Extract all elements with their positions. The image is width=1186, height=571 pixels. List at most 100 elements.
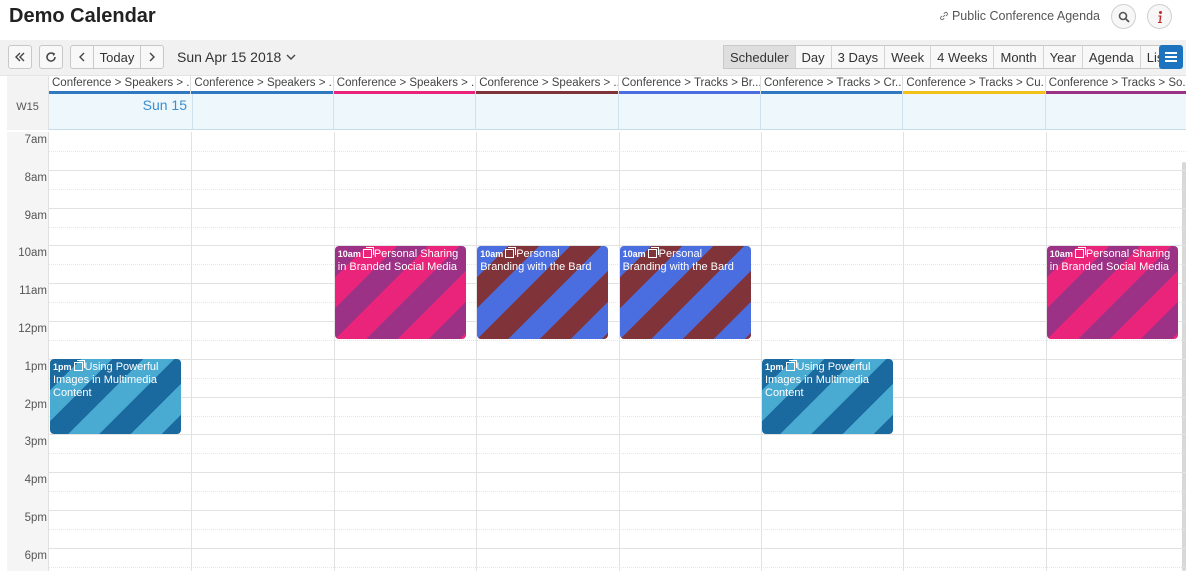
hour-label: 4pm — [24, 474, 47, 487]
refresh-button[interactable] — [39, 45, 63, 69]
double-chevron-left-icon — [15, 52, 25, 62]
all-day-cell[interactable]: Sun 15 — [49, 94, 193, 130]
event-time: 1pm — [765, 362, 784, 372]
info-icon — [1157, 10, 1162, 23]
menu-button[interactable] — [1159, 45, 1183, 69]
external-link-icon — [1074, 247, 1086, 258]
view-month-button[interactable]: Month — [994, 46, 1044, 68]
column-header-label: Conference > Speakers > ... — [336, 77, 477, 89]
view-agenda-button[interactable]: Agenda — [1083, 46, 1141, 68]
all-day-cell[interactable] — [1046, 94, 1186, 130]
calendar-toolbar: Today Sun Apr 15 2018 Scheduler Day 3 Days… — [0, 40, 1186, 76]
column-header-label: Conference > Tracks > So... — [1048, 77, 1186, 89]
all-day-cell[interactable] — [191, 94, 334, 130]
event-time: 10am — [337, 249, 361, 259]
time-gutter: 7am 8am 9am 10am 11am 12pm 1pm 2pm 3pm 4pm 5pm 6pm — [7, 132, 49, 571]
view-4-weeks-button[interactable]: 4 Weeks — [931, 46, 995, 68]
calendar-event[interactable]: 1pm Using Powerful Images in Multimedia C… — [762, 359, 893, 434]
half-hour-line — [49, 339, 1186, 341]
resource-column-headers: Conference > Speakers > ... Conference > … — [0, 76, 1186, 94]
time-grid[interactable]: 7am 8am 9am 10am 11am 12pm 1pm 2pm 3pm 4pm 5pm 6pm … — [0, 132, 1186, 571]
half-hour-line — [49, 415, 1186, 417]
hour-label: 8am — [24, 171, 47, 184]
calendar-event[interactable]: 10am Personal Sharing in Branded Social M… — [334, 246, 466, 339]
column-header[interactable]: Conference > Speakers > ... — [191, 76, 334, 94]
column-header-label: Conference > Speakers > ... — [52, 77, 192, 89]
chevron-left-icon — [79, 52, 85, 62]
column-header[interactable]: Conference > Speakers > ... — [333, 76, 477, 94]
external-link-icon — [785, 360, 797, 371]
calendar-event[interactable]: 10am Personal Sharing in Branded Social M… — [1046, 246, 1178, 339]
event-time: 1pm — [53, 362, 72, 372]
hour-label: 9am — [24, 209, 47, 222]
all-day-cell[interactable] — [619, 94, 761, 130]
hour-label: 6pm — [24, 549, 47, 562]
half-hour-line — [49, 302, 1186, 304]
view-3-days-button[interactable]: 3 Days — [832, 46, 886, 68]
hour-label: 3pm — [24, 436, 47, 449]
all-day-row: W15 Sun 15 — [0, 94, 1186, 130]
collapse-sidebar-button[interactable] — [8, 45, 32, 69]
half-hour-line — [49, 150, 1186, 152]
all-day-area[interactable]: Sun 15 — [49, 94, 1186, 130]
half-hour-line — [49, 528, 1186, 530]
today-button[interactable]: Today — [93, 45, 141, 69]
link-icon — [940, 11, 948, 21]
view-switcher: Scheduler Day 3 Days Week 4 Weeks Month Year Ag… — [723, 45, 1174, 69]
column-header[interactable]: Conference > Tracks > So... — [1045, 76, 1186, 94]
calendar-event[interactable]: 1pm Using Powerful Images in Multimedia C… — [50, 359, 181, 434]
all-day-cell[interactable] — [761, 94, 904, 130]
column-header-label: Conference > Tracks > Cu... — [906, 77, 1046, 89]
hour-line — [49, 547, 1186, 549]
public-agenda-link[interactable]: Public Conference Agenda — [939, 9, 1100, 23]
current-date-label: Sun Apr 15 2018 — [177, 49, 282, 65]
half-hour-line — [49, 491, 1186, 493]
column-header[interactable]: Conference > Speakers > ... — [476, 76, 619, 94]
public-agenda-label: Public Conference Agenda — [951, 9, 1100, 23]
column-divider — [1045, 132, 1047, 571]
column-header[interactable]: Conference > Tracks > Cu... — [903, 76, 1046, 94]
hour-label: 1pm — [24, 360, 47, 373]
hour-line — [49, 510, 1186, 511]
hour-line — [49, 358, 1186, 360]
column-header[interactable]: Conference > Speakers > ... — [49, 76, 192, 94]
all-day-cell[interactable] — [903, 94, 1046, 130]
search-button[interactable] — [1111, 4, 1136, 29]
half-hour-line — [49, 453, 1186, 455]
app-title: Demo Calendar — [9, 5, 156, 27]
calendar-event[interactable]: 10am Personal Branding with the Bard — [619, 246, 751, 339]
hour-label: 12pm — [18, 323, 47, 335]
hour-label: 10am — [18, 247, 47, 260]
chevron-down-icon — [286, 54, 296, 60]
day-label[interactable]: Sun 15 — [143, 97, 187, 113]
column-divider — [191, 132, 193, 571]
hour-line — [49, 321, 1186, 322]
hour-label: 5pm — [24, 512, 47, 524]
external-link-icon — [505, 247, 517, 258]
chevron-right-icon — [149, 52, 155, 62]
hour-line — [49, 169, 1186, 171]
view-day-button[interactable]: Day — [796, 46, 832, 68]
view-year-button[interactable]: Year — [1044, 46, 1083, 68]
hour-label: 11am — [19, 285, 47, 298]
view-week-button[interactable]: Week — [885, 46, 932, 68]
column-header[interactable]: Conference > Tracks > Cr... — [761, 76, 904, 94]
all-day-cell[interactable] — [334, 94, 477, 130]
view-scheduler-button[interactable]: Scheduler — [724, 46, 796, 68]
column-divider — [476, 132, 478, 571]
previous-button[interactable] — [70, 45, 94, 69]
all-day-cell[interactable] — [476, 94, 619, 130]
column-divider — [903, 132, 905, 571]
half-hour-line — [49, 566, 1186, 568]
column-header[interactable]: Conference > Tracks > Br... — [618, 76, 761, 94]
half-hour-line — [49, 264, 1186, 266]
date-picker[interactable]: Sun Apr 15 2018 — [177, 49, 296, 65]
half-hour-line — [49, 377, 1186, 379]
calendar-event[interactable]: 10am Personal Branding with the Bard — [477, 246, 609, 339]
hour-label: 7am — [24, 134, 47, 146]
half-hour-line — [49, 226, 1186, 228]
column-divider — [618, 132, 620, 571]
info-button[interactable] — [1147, 4, 1172, 29]
hour-line — [49, 472, 1186, 474]
next-button[interactable] — [140, 45, 164, 69]
